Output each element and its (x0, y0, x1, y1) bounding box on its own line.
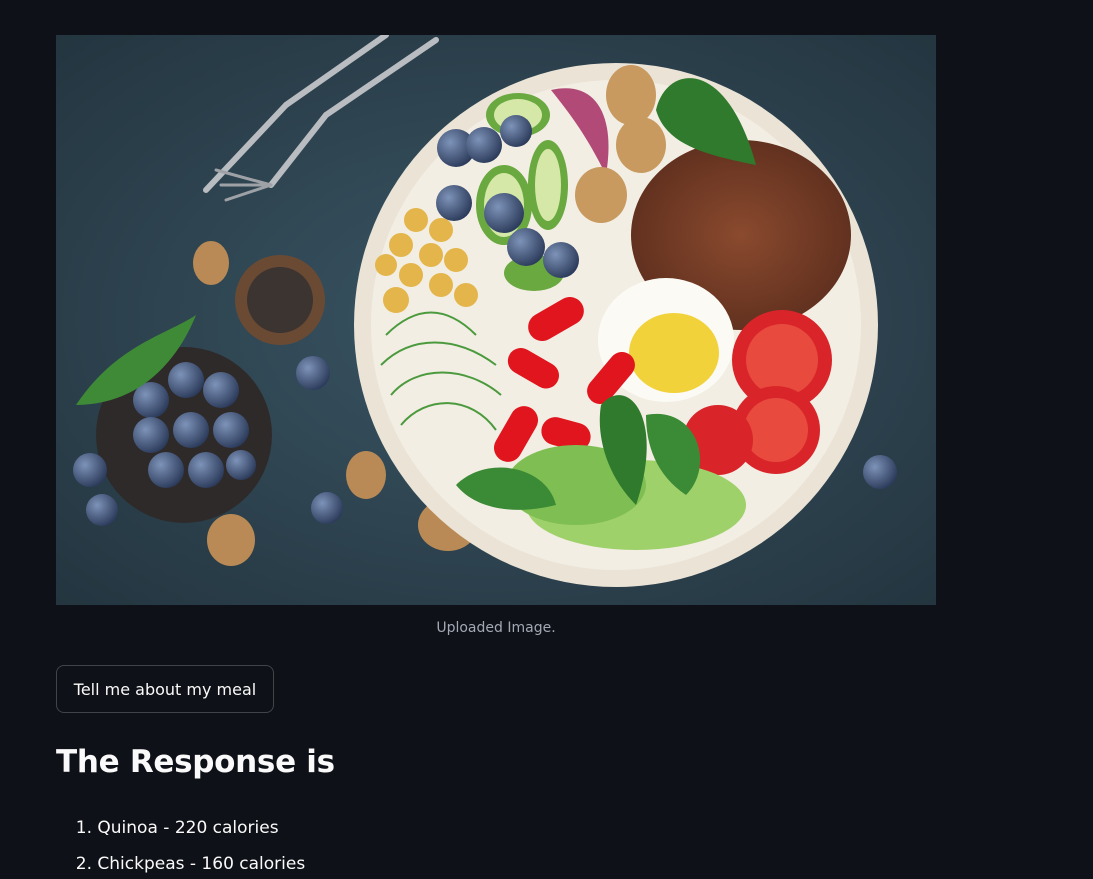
list-item-text: Chickpeas - 160 calories (97, 854, 306, 874)
list-item: 1. Quinoa - 220 calories (56, 812, 305, 848)
response-heading: The Response is (56, 744, 335, 780)
tell-me-about-meal-button[interactable]: Tell me about my meal (56, 665, 274, 713)
image-caption: Uploaded Image. (436, 620, 556, 636)
list-item-number: 1. (75, 818, 92, 838)
list-item: 2. Chickpeas - 160 calories (56, 848, 305, 879)
response-list: 1. Quinoa - 220 calories 2. Chickpeas - … (56, 812, 305, 879)
meal-photo-icon (56, 35, 936, 605)
list-item-text: Quinoa - 220 calories (97, 818, 279, 838)
uploaded-image (56, 35, 936, 605)
list-item-number: 2. (75, 854, 92, 874)
main-content: Uploaded Image. Tell me about my meal Th… (0, 0, 1093, 879)
